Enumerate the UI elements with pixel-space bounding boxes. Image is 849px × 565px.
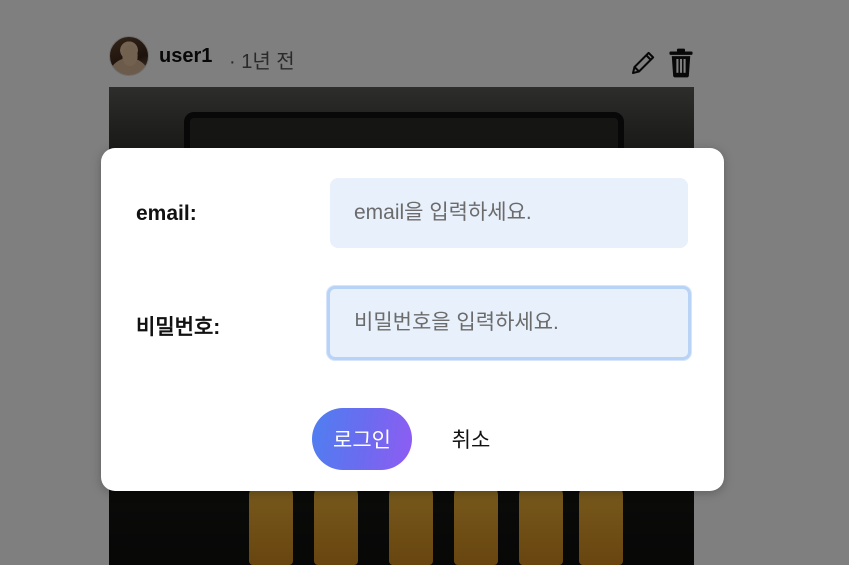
email-label: email: (136, 202, 197, 225)
email-input[interactable] (330, 178, 688, 248)
login-modal: email: 비밀번호: 로그인 취소 (101, 148, 724, 491)
password-input[interactable] (327, 286, 691, 360)
login-button[interactable]: 로그인 (312, 408, 412, 470)
cancel-button[interactable]: 취소 (434, 408, 508, 470)
password-label: 비밀번호: (136, 316, 221, 339)
